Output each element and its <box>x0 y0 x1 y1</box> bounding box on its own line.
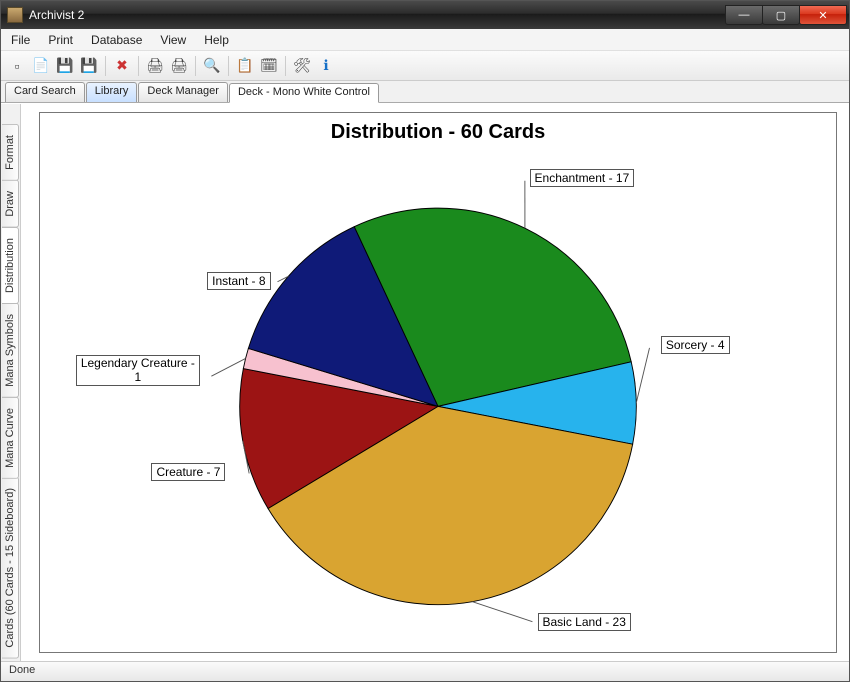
chart-frame: Distribution - 60 Cards Enchantment - 17… <box>39 112 837 653</box>
side-tab-mana-symbols[interactable]: Mana Symbols <box>2 303 19 398</box>
print-icon[interactable]: 🖨 <box>145 56 165 76</box>
tab-deck-mono-white-control[interactable]: Deck - Mono White Control <box>229 83 379 103</box>
leader-line <box>211 358 245 376</box>
menu-help[interactable]: Help <box>204 33 229 47</box>
top-tabs: Card Search Library Deck Manager Deck - … <box>1 81 849 103</box>
open-icon[interactable]: 📄 <box>31 56 51 76</box>
copy-icon[interactable]: 📋 <box>235 56 255 76</box>
toolbar-separator <box>285 56 286 76</box>
save-all-icon[interactable]: 💾 <box>79 56 99 76</box>
menubar: File Print Database View Help <box>1 29 849 51</box>
toolbar: ▫ 📄 💾 💾 ✖ 🖨 🖨 🔍 📋 🗓 🛠 ℹ <box>1 51 849 81</box>
tab-deck-manager[interactable]: Deck Manager <box>138 82 228 102</box>
app-window: Archivist 2 — ▢ ✕ File Print Database Vi… <box>0 0 850 682</box>
status-text: Done <box>9 664 35 676</box>
maximize-button[interactable]: ▢ <box>762 5 800 25</box>
label-sorcery: Sorcery - 4 <box>661 336 730 354</box>
print-preview-icon[interactable]: 🖨 <box>169 56 189 76</box>
pie-chart: Enchantment - 17 Sorcery - 4 Basic Land … <box>40 159 836 650</box>
leader-line <box>636 348 649 403</box>
side-tabs: Cards (60 Cards - 15 Sideboard) Mana Cur… <box>1 104 21 661</box>
side-tab-draw[interactable]: Draw <box>2 180 19 228</box>
leader-line <box>472 602 532 622</box>
toolbar-separator <box>138 56 139 76</box>
titlebar: Archivist 2 — ▢ ✕ <box>1 1 849 29</box>
label-creature: Creature - 7 <box>151 463 225 481</box>
side-tab-format[interactable]: Format <box>2 124 19 181</box>
app-icon <box>7 7 23 23</box>
side-tab-cards[interactable]: Cards (60 Cards - 15 Sideboard) <box>2 477 19 659</box>
window-title: Archivist 2 <box>29 8 726 22</box>
menu-print[interactable]: Print <box>48 33 73 47</box>
side-tab-distribution[interactable]: Distribution <box>2 227 19 304</box>
menu-view[interactable]: View <box>160 33 186 47</box>
tools-icon[interactable]: 🛠 <box>292 56 312 76</box>
menu-database[interactable]: Database <box>91 33 142 47</box>
label-basic-land: Basic Land - 23 <box>538 613 631 631</box>
new-icon[interactable]: ▫ <box>7 56 27 76</box>
side-tab-mana-curve[interactable]: Mana Curve <box>2 397 19 479</box>
window-buttons: — ▢ ✕ <box>726 5 847 25</box>
menu-file[interactable]: File <box>11 33 30 47</box>
calendar-icon[interactable]: 🗓 <box>259 56 279 76</box>
toolbar-separator <box>228 56 229 76</box>
chart-panel: Distribution - 60 Cards Enchantment - 17… <box>21 104 849 661</box>
save-icon[interactable]: 💾 <box>55 56 75 76</box>
chart-title: Distribution - 60 Cards <box>40 113 836 148</box>
search-icon[interactable]: 🔍 <box>202 56 222 76</box>
delete-icon[interactable]: ✖ <box>112 56 132 76</box>
toolbar-separator <box>105 56 106 76</box>
toolbar-separator <box>195 56 196 76</box>
close-button[interactable]: ✕ <box>799 5 847 25</box>
label-enchantment: Enchantment - 17 <box>530 169 635 187</box>
tab-library[interactable]: Library <box>86 82 138 102</box>
label-instant: Instant - 8 <box>207 272 270 290</box>
info-icon[interactable]: ℹ <box>316 56 336 76</box>
workspace: Cards (60 Cards - 15 Sideboard) Mana Cur… <box>1 103 849 661</box>
minimize-button[interactable]: — <box>725 5 763 25</box>
tab-card-search[interactable]: Card Search <box>5 82 85 102</box>
label-legendary-creature: Legendary Creature - 1 <box>76 355 200 385</box>
statusbar: Done <box>1 661 849 681</box>
